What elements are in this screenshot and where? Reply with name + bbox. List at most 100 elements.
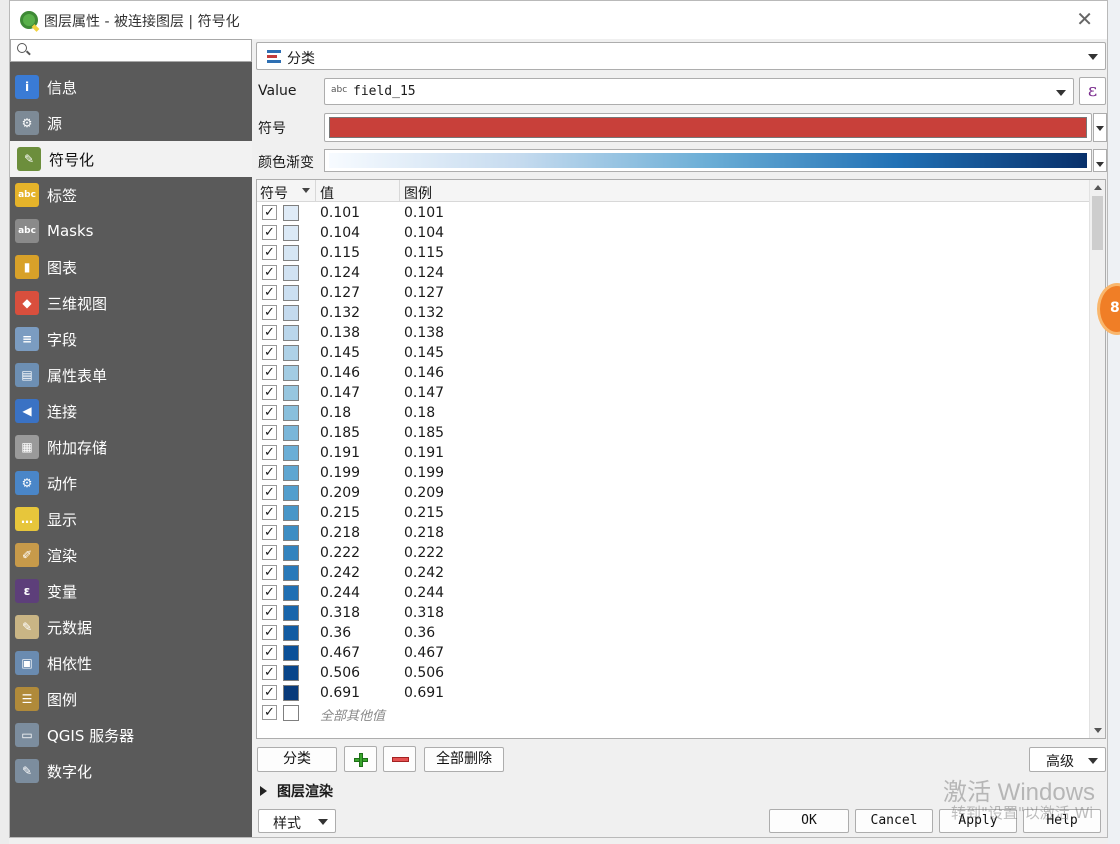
table-row-other-values[interactable]: ✓ 全部其他值 — [257, 703, 1091, 724]
category-legend[interactable]: 0.215 — [404, 505, 444, 521]
category-value[interactable]: 0.124 — [320, 265, 360, 281]
row-checkbox[interactable]: ✓ — [262, 385, 277, 400]
table-row[interactable]: ✓ 0.244 0.244 — [257, 583, 1091, 603]
color-ramp-button[interactable] — [324, 149, 1092, 172]
table-row[interactable]: ✓ 0.318 0.318 — [257, 603, 1091, 623]
sidebar-item[interactable]: ▮ 图表 — [10, 249, 252, 285]
category-symbol-swatch[interactable] — [283, 425, 299, 441]
category-legend[interactable]: 0.467 — [404, 645, 444, 661]
column-header-symbol[interactable]: 符号 — [260, 183, 288, 203]
category-value[interactable]: 0.209 — [320, 485, 360, 501]
scroll-up-icon[interactable] — [1094, 185, 1102, 190]
category-symbol-swatch[interactable] — [283, 605, 299, 621]
category-legend[interactable]: 0.318 — [404, 605, 444, 621]
table-row[interactable]: ✓ 0.124 0.124 — [257, 263, 1091, 283]
category-value[interactable]: 0.132 — [320, 305, 360, 321]
row-checkbox[interactable]: ✓ — [262, 205, 277, 220]
delete-all-button[interactable]: 全部删除 — [424, 747, 504, 772]
category-symbol-swatch[interactable] — [283, 285, 299, 301]
category-value[interactable]: 0.101 — [320, 205, 360, 221]
row-checkbox[interactable]: ✓ — [262, 485, 277, 500]
renderer-type-select[interactable]: 分类 — [256, 42, 1106, 70]
category-legend[interactable]: 0.101 — [404, 205, 444, 221]
sidebar-item[interactable]: ε 变量 — [10, 573, 252, 609]
row-checkbox[interactable]: ✓ — [262, 345, 277, 360]
category-symbol-swatch[interactable] — [283, 545, 299, 561]
category-legend[interactable]: 0.242 — [404, 565, 444, 581]
category-value[interactable]: 0.185 — [320, 425, 360, 441]
category-symbol-swatch[interactable] — [283, 665, 299, 681]
sidebar-item[interactable]: ≡ 字段 — [10, 321, 252, 357]
ok-button[interactable]: OK — [769, 809, 849, 833]
row-checkbox[interactable]: ✓ — [262, 645, 277, 660]
search-input[interactable] — [33, 42, 243, 59]
row-checkbox[interactable]: ✓ — [262, 405, 277, 420]
row-checkbox[interactable]: ✓ — [262, 365, 277, 380]
category-value[interactable]: 0.215 — [320, 505, 360, 521]
table-row[interactable]: ✓ 0.146 0.146 — [257, 363, 1091, 383]
symbol-button[interactable] — [324, 113, 1092, 142]
remove-category-button[interactable] — [383, 746, 416, 772]
sidebar-item[interactable]: abc 标签 — [10, 177, 252, 213]
row-checkbox[interactable]: ✓ — [262, 525, 277, 540]
sidebar-item[interactable]: abc Masks — [10, 213, 252, 249]
row-checkbox[interactable]: ✓ — [262, 325, 277, 340]
add-category-button[interactable] — [344, 746, 377, 772]
category-legend[interactable]: 0.127 — [404, 285, 444, 301]
row-checkbox[interactable]: ✓ — [262, 625, 277, 640]
category-value[interactable]: 0.318 — [320, 605, 360, 621]
sidebar-item[interactable]: ◆ 三维视图 — [10, 285, 252, 321]
table-row[interactable]: ✓ 0.36 0.36 — [257, 623, 1091, 643]
category-legend[interactable]: 0.104 — [404, 225, 444, 241]
category-symbol-swatch[interactable] — [283, 705, 299, 721]
sidebar-item[interactable]: ✎ 符号化 — [10, 141, 252, 177]
category-symbol-swatch[interactable] — [283, 225, 299, 241]
row-checkbox[interactable]: ✓ — [262, 225, 277, 240]
table-row[interactable]: ✓ 0.218 0.218 — [257, 523, 1091, 543]
row-checkbox[interactable]: ✓ — [262, 565, 277, 580]
category-value[interactable]: 0.506 — [320, 665, 360, 681]
category-symbol-swatch[interactable] — [283, 305, 299, 321]
category-value[interactable]: 0.242 — [320, 565, 360, 581]
category-symbol-swatch[interactable] — [283, 405, 299, 421]
row-checkbox[interactable]: ✓ — [262, 705, 277, 720]
category-value[interactable]: 0.145 — [320, 345, 360, 361]
category-value[interactable]: 0.138 — [320, 325, 360, 341]
category-legend[interactable]: 0.138 — [404, 325, 444, 341]
category-symbol-swatch[interactable] — [283, 585, 299, 601]
category-value[interactable]: 0.18 — [320, 405, 351, 421]
scroll-down-icon[interactable] — [1094, 728, 1102, 733]
sidebar-item[interactable]: ▦ 附加存储 — [10, 429, 252, 465]
category-value[interactable]: 0.127 — [320, 285, 360, 301]
category-symbol-swatch[interactable] — [283, 245, 299, 261]
row-checkbox[interactable]: ✓ — [262, 285, 277, 300]
classify-button[interactable]: 分类 — [257, 747, 337, 772]
category-value[interactable]: 0.218 — [320, 525, 360, 541]
category-value[interactable]: 0.244 — [320, 585, 360, 601]
category-legend[interactable]: 0.209 — [404, 485, 444, 501]
category-value[interactable]: 0.191 — [320, 445, 360, 461]
close-icon[interactable]: ✕ — [1076, 9, 1093, 29]
sidebar-item[interactable]: ✐ 渲染 — [10, 537, 252, 573]
category-legend[interactable]: 0.146 — [404, 365, 444, 381]
category-symbol-swatch[interactable] — [283, 625, 299, 641]
category-legend[interactable]: 0.124 — [404, 265, 444, 281]
sidebar-item[interactable]: ✎ 数字化 — [10, 753, 252, 789]
category-value[interactable]: 全部其他值 — [320, 705, 385, 724]
table-row[interactable]: ✓ 0.147 0.147 — [257, 383, 1091, 403]
table-row[interactable]: ✓ 0.222 0.222 — [257, 543, 1091, 563]
category-value[interactable]: 0.146 — [320, 365, 360, 381]
category-value[interactable]: 0.222 — [320, 545, 360, 561]
category-legend[interactable]: 0.218 — [404, 525, 444, 541]
category-value[interactable]: 0.147 — [320, 385, 360, 401]
category-symbol-swatch[interactable] — [283, 365, 299, 381]
table-row[interactable]: ✓ 0.185 0.185 — [257, 423, 1091, 443]
table-row[interactable]: ✓ 0.18 0.18 — [257, 403, 1091, 423]
category-symbol-swatch[interactable] — [283, 325, 299, 341]
category-symbol-swatch[interactable] — [283, 525, 299, 541]
category-symbol-swatch[interactable] — [283, 505, 299, 521]
category-legend[interactable]: 0.506 — [404, 665, 444, 681]
row-checkbox[interactable]: ✓ — [262, 505, 277, 520]
table-row[interactable]: ✓ 0.138 0.138 — [257, 323, 1091, 343]
table-row[interactable]: ✓ 0.242 0.242 — [257, 563, 1091, 583]
